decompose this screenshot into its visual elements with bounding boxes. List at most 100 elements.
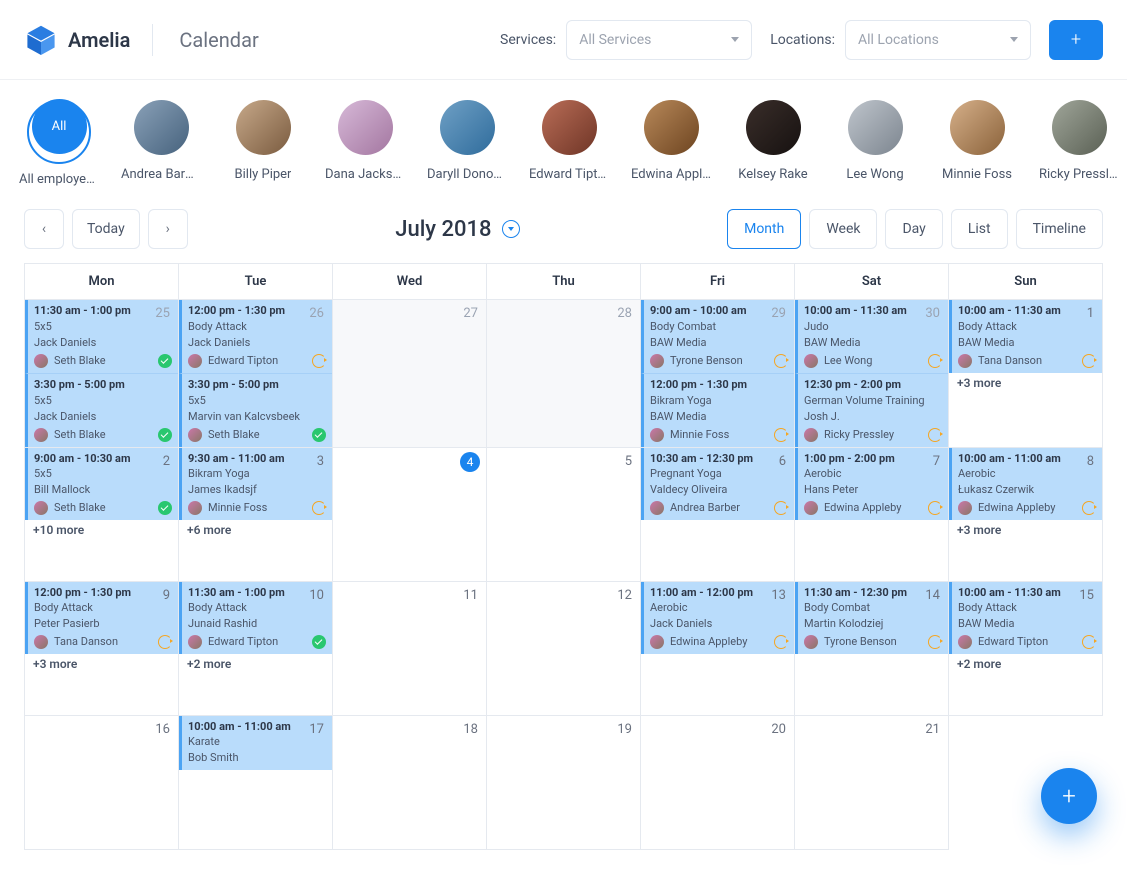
day-cell[interactable]: 912:00 pm - 1:30 pmBody AttackPeter Pasi… — [25, 581, 179, 715]
day-cell[interactable]: 1710:00 am - 11:00 amKarateBob Smith — [179, 715, 333, 849]
employee-pill[interactable]: Edward Tipton — [534, 100, 604, 187]
day-cell[interactable]: 2511:30 am - 1:00 pm5x5Jack Daniels Seth… — [25, 300, 179, 448]
view-week[interactable]: Week — [809, 209, 877, 249]
day-cell[interactable]: 19 — [487, 715, 641, 849]
avatar — [746, 100, 801, 155]
day-cell[interactable]: 71:00 pm - 2:00 pmAerobicHans Peter Edwi… — [795, 447, 949, 581]
employee-pill[interactable]: Kelsey Rake — [738, 100, 808, 187]
employee-pill-all[interactable]: AllAll employees — [24, 100, 94, 187]
day-cell[interactable]: 1011:30 am - 1:00 pmBody AttackJunaid Ra… — [179, 581, 333, 715]
employee-pill[interactable]: Lee Wong — [840, 100, 910, 187]
day-cell[interactable]: 11 — [333, 581, 487, 715]
event-employee: Tyrone Benson — [824, 634, 922, 650]
employee-pill[interactable]: Daryll Donov… — [432, 100, 502, 187]
day-cell[interactable]: 3010:00 am - 11:30 amJudoBAW Media Lee W… — [795, 300, 949, 448]
day-cell[interactable]: 1411:30 am - 12:30 pmBody CombatMartin K… — [795, 581, 949, 715]
event-client: Bill Mallock — [34, 482, 172, 498]
day-cell[interactable]: 20 — [641, 715, 795, 849]
day-cell[interactable]: 2612:00 pm - 1:30 pmBody AttackJack Dani… — [179, 300, 333, 448]
event[interactable]: 10:00 am - 11:00 amAerobicŁukasz Czerwik… — [949, 448, 1102, 521]
prev-button[interactable]: ‹ — [24, 209, 64, 249]
event[interactable]: 3:30 pm - 5:00 pm5x5Jack Daniels Seth Bl… — [25, 373, 178, 447]
locations-dropdown[interactable]: All Locations — [845, 20, 1031, 60]
employee-pill[interactable]: Dana Jackson — [330, 100, 400, 187]
day-cell[interactable]: 29:00 am - 10:30 am5x5Bill Mallock Seth … — [25, 447, 179, 581]
day-cell[interactable]: 12 — [487, 581, 641, 715]
view-month[interactable]: Month — [727, 209, 801, 249]
event[interactable]: 10:00 am - 11:30 amBody AttackBAW Media … — [949, 300, 1102, 373]
day-cell[interactable]: 1311:00 am - 12:00 pmAerobicJack Daniels… — [641, 581, 795, 715]
event-client: Hans Peter — [804, 482, 942, 498]
day-cell[interactable]: 39:30 am - 11:00 amBikram YogaJames Ikad… — [179, 447, 333, 581]
view-switcher: Month Week Day List Timeline — [727, 209, 1103, 249]
employee-name: Billy Piper — [235, 167, 292, 182]
event-client: BAW Media — [804, 335, 942, 351]
avatar — [958, 354, 972, 368]
employee-pill[interactable]: Edwina Appl… — [636, 100, 706, 187]
day-cell[interactable]: 610:30 am - 12:30 pmPregnant YogaValdecy… — [641, 447, 795, 581]
event-employee-row: Edwina Appleby — [804, 498, 942, 516]
employee-pill[interactable]: Billy Piper — [228, 100, 298, 187]
event-employee: Seth Blake — [54, 500, 152, 516]
day-number: 15 — [1079, 588, 1094, 603]
employee-pill[interactable]: Andrea Barber — [126, 100, 196, 187]
day-number: 1 — [1087, 306, 1094, 321]
day-cell[interactable]: 810:00 am - 11:00 amAerobicŁukasz Czerwi… — [949, 447, 1103, 581]
day-number: 10 — [309, 588, 324, 603]
period-selector[interactable]: July 2018 — [188, 217, 727, 242]
event-employee: Edward Tipton — [208, 353, 306, 369]
event[interactable]: 10:30 am - 12:30 pmPregnant YogaValdecy … — [641, 448, 794, 521]
day-cell[interactable]: 1510:00 am - 11:30 amBody AttackBAW Medi… — [949, 581, 1103, 715]
event[interactable]: 9:30 am - 11:00 amBikram YogaJames Ikads… — [179, 448, 332, 521]
dow-header: Sun — [949, 264, 1103, 300]
day-cell[interactable]: 27 — [333, 300, 487, 448]
avatar — [34, 501, 48, 515]
day-cell[interactable]: 28 — [487, 300, 641, 448]
more-link[interactable]: +2 more — [949, 654, 1102, 674]
view-timeline[interactable]: Timeline — [1016, 209, 1103, 249]
day-number: 19 — [617, 722, 632, 737]
brand-logo[interactable]: Amelia — [24, 23, 130, 57]
event[interactable]: 12:00 pm - 1:30 pmBikram YogaBAW Media M… — [641, 373, 794, 447]
avatar — [1052, 100, 1107, 155]
event-client: Łukasz Czerwik — [958, 482, 1096, 498]
event[interactable]: 9:00 am - 10:30 am5x5Bill Mallock Seth B… — [25, 448, 178, 521]
add-button[interactable]: + — [1049, 20, 1103, 60]
event-employee-row: Seth Blake — [188, 425, 326, 443]
avatar — [542, 100, 597, 155]
avatar — [650, 354, 664, 368]
fab-add[interactable]: + — [1041, 768, 1097, 824]
day-cell[interactable]: 21 — [795, 715, 949, 849]
more-link[interactable]: +2 more — [179, 654, 332, 674]
employee-pill[interactable]: Ricky Pressley — [1044, 100, 1114, 187]
more-link[interactable]: +6 more — [179, 520, 332, 540]
event[interactable]: 12:30 pm - 2:00 pmGerman Volume Training… — [795, 373, 948, 447]
today-button[interactable]: Today — [72, 209, 140, 249]
event-client: Jack Daniels — [188, 335, 326, 351]
event[interactable]: 3:30 pm - 5:00 pm5x5Marvin van Kalcvsbee… — [179, 373, 332, 447]
day-cell[interactable]: 110:00 am - 11:30 amBody AttackBAW Media… — [949, 300, 1103, 448]
view-list[interactable]: List — [951, 209, 1008, 249]
more-link[interactable]: +10 more — [25, 520, 178, 540]
next-button[interactable]: › — [148, 209, 188, 249]
avatar — [650, 428, 664, 442]
day-cell[interactable]: 16 — [25, 715, 179, 849]
view-day[interactable]: Day — [885, 209, 942, 249]
event-time: 11:30 am - 1:00 pm — [34, 303, 172, 319]
event[interactable]: 12:00 pm - 1:30 pmBody AttackPeter Pasie… — [25, 582, 178, 655]
employee-pill[interactable]: Minnie Foss — [942, 100, 1012, 187]
event[interactable]: 1:00 pm - 2:00 pmAerobicHans Peter Edwin… — [795, 448, 948, 521]
day-cell[interactable]: 4 — [333, 447, 487, 581]
services-dropdown[interactable]: All Services — [566, 20, 752, 60]
more-link[interactable]: +3 more — [949, 520, 1102, 540]
more-link[interactable]: +3 more — [25, 654, 178, 674]
page-title: Calendar — [179, 28, 258, 52]
employee-name: Edwina Appl… — [631, 167, 711, 182]
more-link[interactable]: +3 more — [949, 373, 1102, 393]
event-time: 12:00 pm - 1:30 pm — [650, 377, 788, 393]
day-cell[interactable]: 18 — [333, 715, 487, 849]
calendar: MonTueWedThuFriSatSun 2511:30 am - 1:00 … — [0, 263, 1127, 874]
day-cell[interactable]: 299:00 am - 10:00 amBody CombatBAW Media… — [641, 300, 795, 448]
locations-value: All Locations — [858, 32, 939, 48]
day-cell[interactable]: 5 — [487, 447, 641, 581]
